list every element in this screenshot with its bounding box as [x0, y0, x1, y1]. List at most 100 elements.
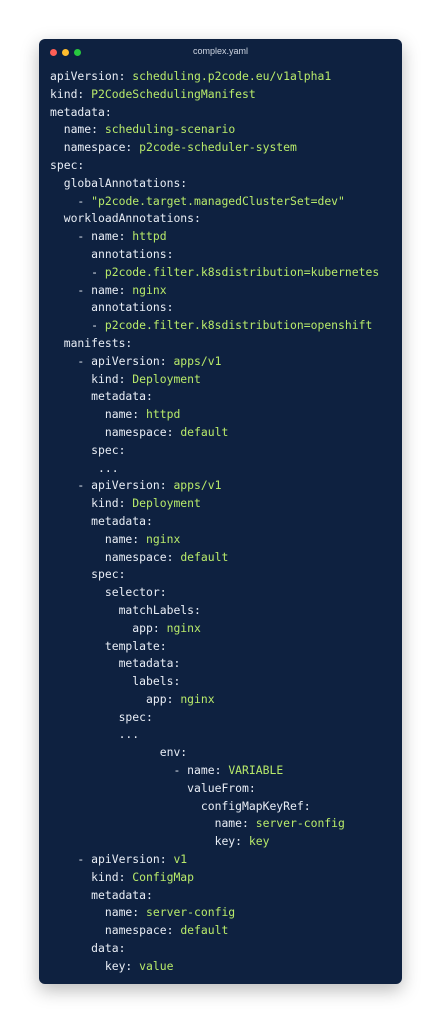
yaml-key: - [50, 193, 92, 208]
yaml-key: - apiVersion: [50, 478, 174, 493]
code-line: env: [50, 744, 379, 762]
yaml-value: scheduling-scenario [104, 122, 236, 137]
yaml-value: nginx [146, 531, 181, 546]
code-line: - p2code.filter.k8sdistribution=kubernet… [50, 264, 379, 282]
yaml-value: httpd [132, 229, 167, 244]
yaml-value: nginx [180, 691, 215, 706]
code-line: manifests: [50, 335, 379, 353]
yaml-value: server-config [146, 905, 236, 920]
code-line: - apiVersion: apps/v1 [50, 353, 379, 371]
yaml-value: apps/v1 [173, 478, 222, 493]
yaml-key: kind: [50, 869, 133, 884]
yaml-value: default [180, 424, 229, 439]
yaml-key: name: [50, 816, 256, 831]
code-line: spec: [50, 709, 379, 727]
yaml-key: labels: [50, 674, 181, 689]
yaml-key: - apiVersion: [50, 852, 174, 867]
yaml-key: globalAnnotations: [50, 175, 188, 190]
yaml-value: httpd [146, 407, 181, 422]
code-line: - apiVersion: apps/v1 [50, 477, 379, 495]
yaml-key: name: [50, 531, 147, 546]
yaml-key: kind: [50, 86, 92, 101]
yaml-value: scheduling.p2code.eu/v1alpha1 [132, 69, 332, 83]
yaml-key: namespace: [50, 549, 181, 564]
yaml-key: spec: [50, 709, 153, 724]
yaml-key: workloadAnnotations: [50, 211, 201, 226]
code-line: namespace: default [50, 922, 379, 940]
code-line: metadata: [50, 655, 379, 673]
code-line: metadata: [50, 104, 379, 122]
code-line: kind: Deployment [50, 371, 379, 389]
code-line: kind: Deployment [50, 495, 379, 513]
yaml-key: kind: [50, 371, 133, 386]
code-line: key: key [50, 833, 379, 851]
yaml-key: - [50, 264, 105, 279]
code-line: name: server-config [50, 904, 379, 922]
code-line: valueFrom: [50, 780, 379, 798]
yaml-value: key [248, 834, 270, 849]
yaml-value: apps/v1 [173, 353, 222, 368]
code-line: labels: [50, 673, 379, 691]
code-line: annotations: [50, 299, 379, 317]
code-line: spec: [50, 442, 379, 460]
yaml-value: nginx [132, 282, 167, 297]
code-line: workloadAnnotations: [50, 210, 379, 228]
code-line: data: [50, 940, 379, 958]
yaml-key: metadata: [50, 389, 153, 404]
yaml-value: Deployment [132, 371, 201, 386]
yaml-key: - [50, 318, 105, 333]
yaml-value: p2code.filter.k8sdistribution=kubernetes [104, 264, 380, 279]
code-line: app: nginx [50, 620, 379, 638]
yaml-value: ConfigMap [132, 869, 195, 884]
yaml-key: app: [50, 620, 167, 635]
yaml-value: P2CodeSchedulingManifest [91, 86, 256, 101]
code-window: complex.yaml apiVersion: scheduling.p2co… [39, 39, 402, 984]
yaml-key: data: [50, 941, 126, 956]
yaml-key: key: [50, 834, 249, 849]
code-line: name: scheduling-scenario [50, 121, 379, 139]
code-line: key: value [50, 958, 379, 976]
code-line: namespace: default [50, 549, 379, 567]
yaml-value: server-config [255, 816, 345, 831]
code-line: namespace: p2code-scheduler-system [50, 139, 379, 157]
yaml-key: spec: [50, 442, 126, 457]
yaml-value: default [180, 923, 229, 938]
code-line: metadata: [50, 513, 379, 531]
yaml-key: namespace: [50, 140, 140, 155]
code-line: name: httpd [50, 406, 379, 424]
yaml-value: default [180, 549, 229, 564]
yaml-key: manifests: [50, 335, 133, 350]
yaml-key: configMapKeyRef: [50, 798, 311, 813]
yaml-key: annotations: [50, 246, 174, 261]
yaml-key: name: [50, 407, 147, 422]
code-line: - apiVersion: v1 [50, 851, 379, 869]
yaml-key: namespace: [50, 424, 181, 439]
code-line: selector: [50, 584, 379, 602]
code-line: kind: P2CodeSchedulingManifest [50, 86, 379, 104]
yaml-value: nginx [166, 620, 201, 635]
yaml-key: namespace: [50, 923, 181, 938]
yaml-key: metadata: [50, 104, 112, 119]
yaml-key: spec: [50, 567, 126, 582]
yaml-value: Deployment [132, 496, 201, 511]
yaml-key: ... [50, 460, 119, 475]
yaml-key: app: [50, 691, 181, 706]
yaml-code-block: apiVersion: scheduling.p2code.eu/v1alpha… [50, 68, 379, 976]
yaml-key: spec: [50, 157, 85, 172]
code-line: ... [50, 726, 379, 744]
code-line: kind: ConfigMap [50, 869, 379, 887]
code-line: spec: [50, 157, 379, 175]
yaml-key: name: [50, 122, 105, 137]
yaml-key: metadata: [50, 656, 181, 671]
yaml-key: ... [50, 727, 140, 742]
code-line: - p2code.filter.k8sdistribution=openshif… [50, 317, 379, 335]
yaml-key: matchLabels: [50, 602, 201, 617]
code-line: metadata: [50, 887, 379, 905]
code-line: apiVersion: scheduling.p2code.eu/v1alpha… [50, 68, 379, 86]
yaml-key: metadata: [50, 513, 153, 528]
yaml-key: key: [50, 958, 140, 973]
yaml-key: - apiVersion: [50, 353, 174, 368]
yaml-key: - name: [50, 282, 133, 297]
code-line: template: [50, 638, 379, 656]
code-line: metadata: [50, 388, 379, 406]
